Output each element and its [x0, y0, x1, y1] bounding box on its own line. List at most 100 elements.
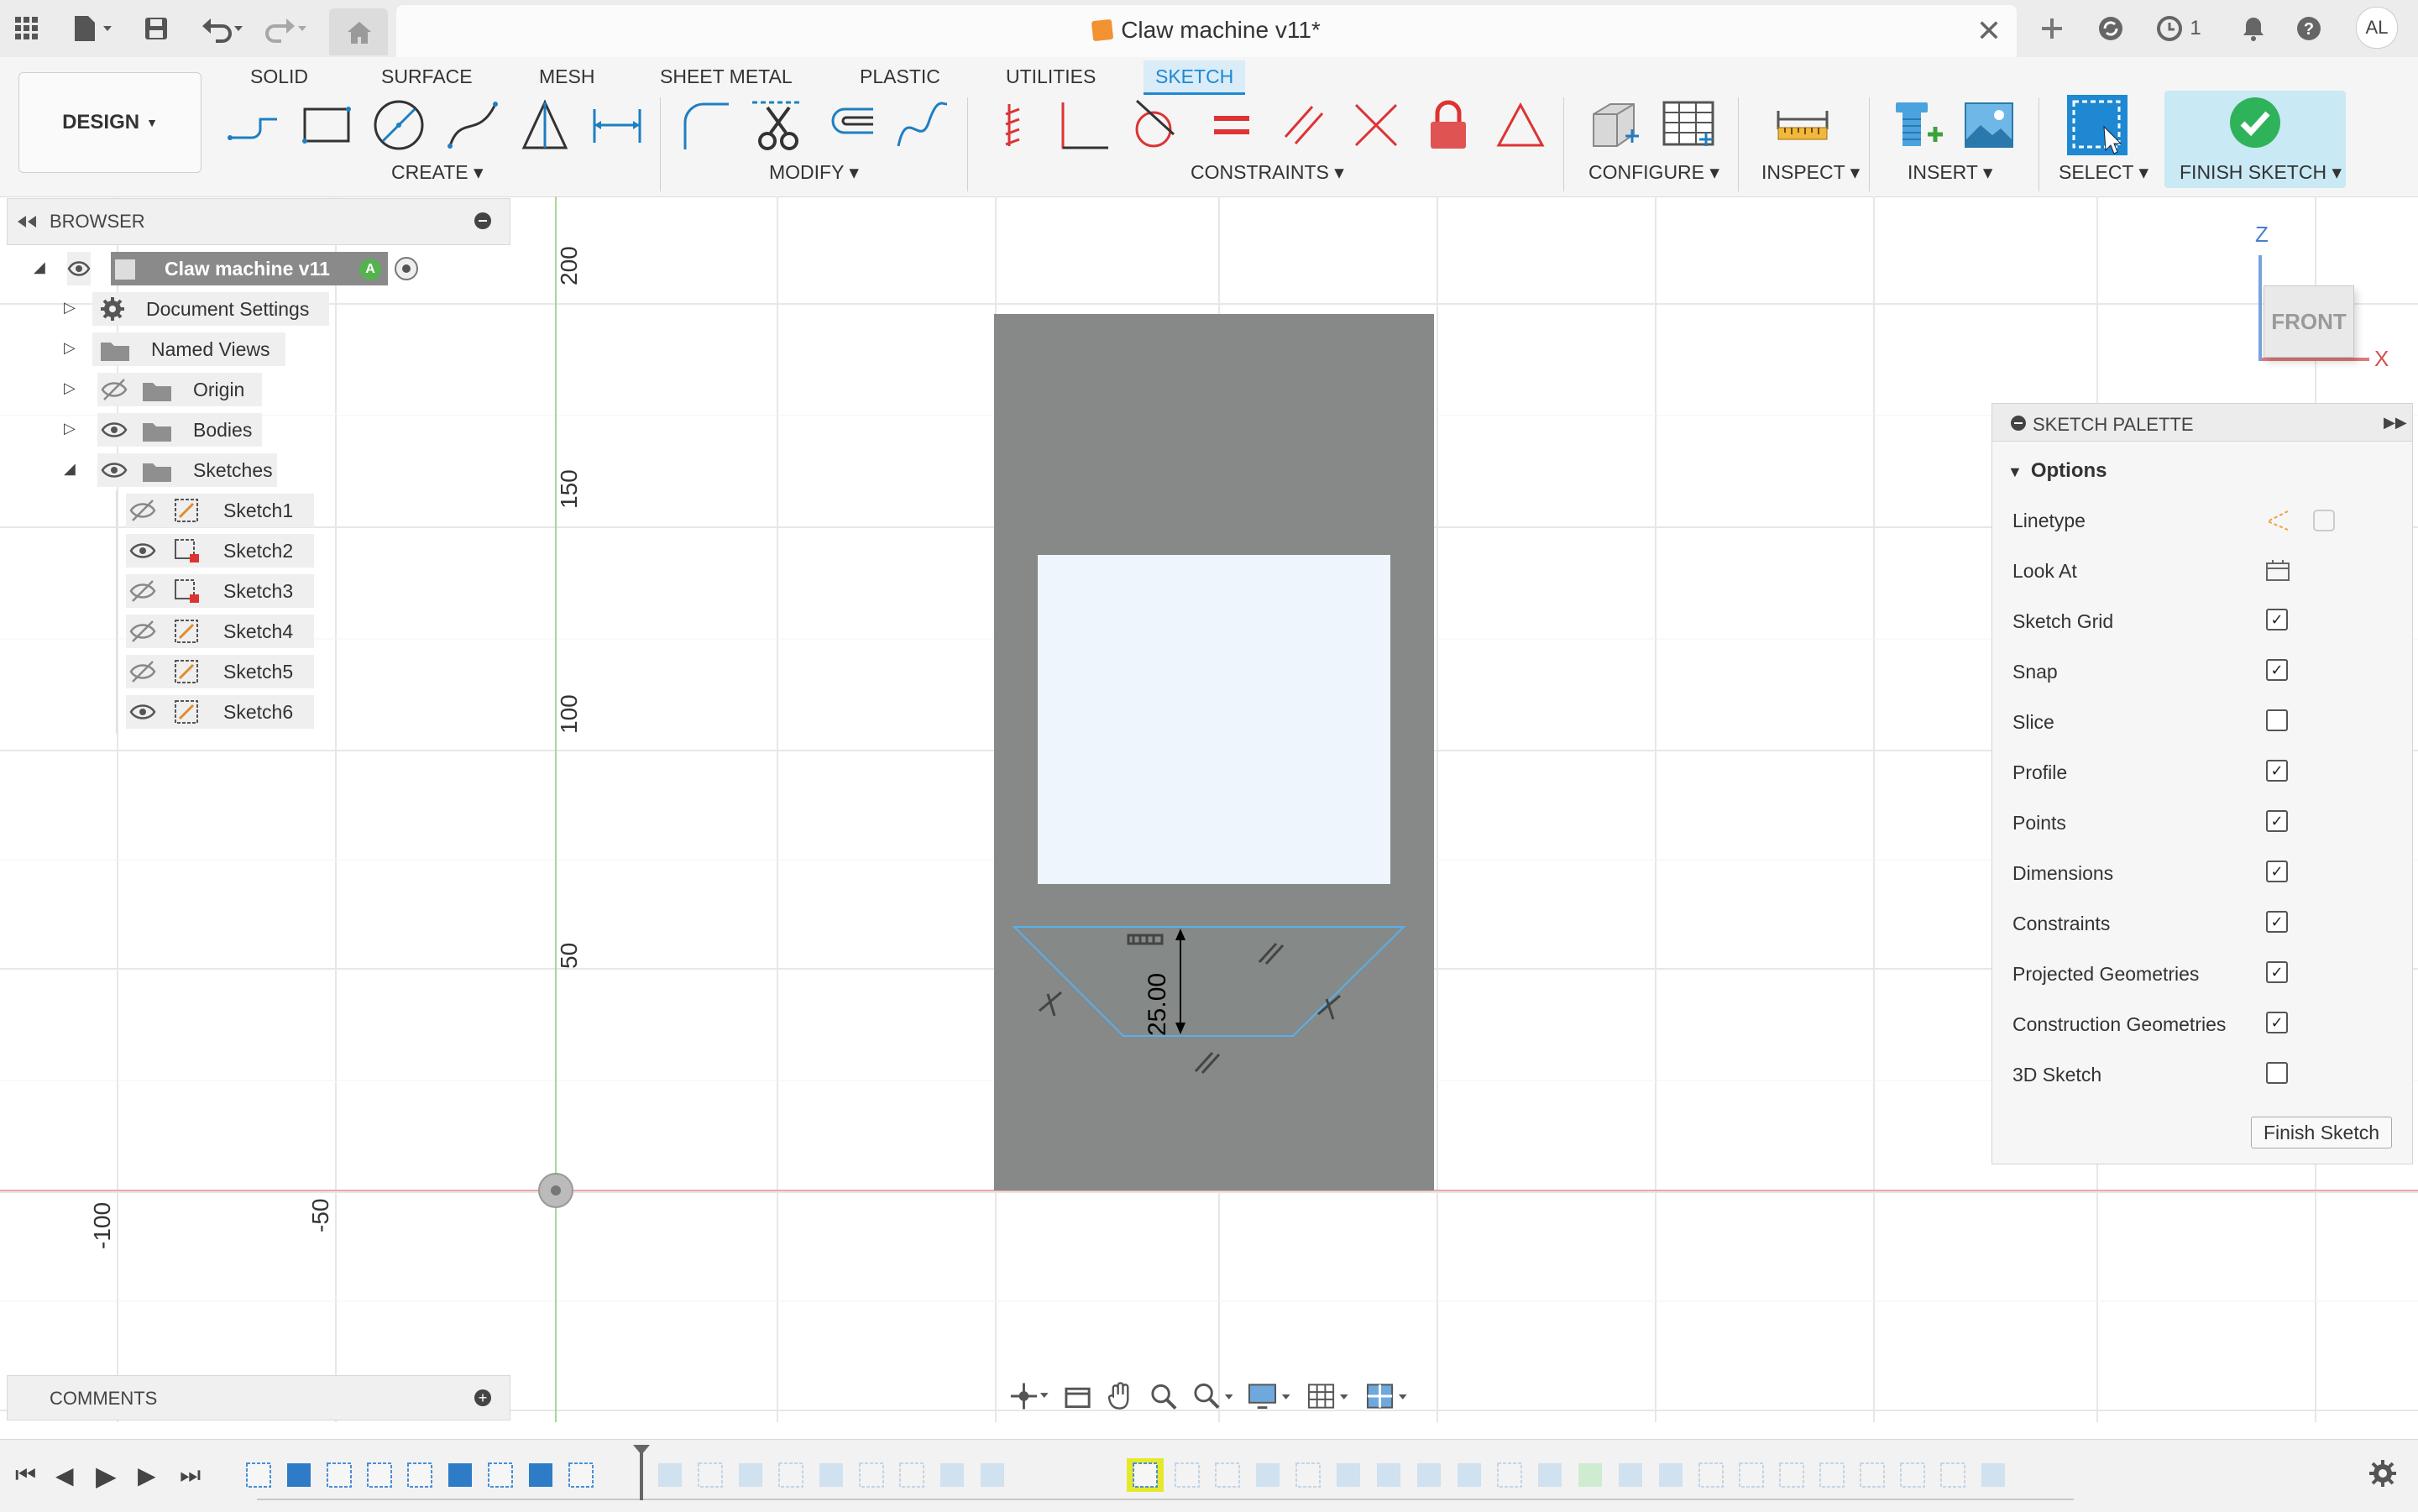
tab-sheet-metal[interactable]: SHEET METAL	[655, 60, 798, 92]
visibility-eye-icon[interactable]	[101, 418, 128, 442]
sketch-grid-checkbox[interactable]: ✓	[2266, 609, 2288, 630]
browser-item-sketch5[interactable]: Sketch5	[126, 655, 314, 688]
browser-item-bodies[interactable]: ▷ Bodies	[64, 413, 262, 447]
create-menu[interactable]: CREATE ▾	[391, 161, 484, 184]
browser-item-sketch2[interactable]: Sketch2	[126, 534, 314, 568]
palette-finish-sketch-button[interactable]: Finish Sketch	[2251, 1117, 2392, 1148]
configuration-table-icon[interactable]	[1659, 96, 1718, 154]
browser-panel-header[interactable]: BROWSER	[7, 198, 510, 245]
grid-settings-icon[interactable]	[1307, 1381, 1352, 1411]
construction-linetype-icon[interactable]	[2264, 508, 2291, 533]
look-at-icon[interactable]	[1064, 1382, 1091, 1410]
spline-tool-icon[interactable]	[893, 96, 952, 154]
insert-mcmaster-icon[interactable]	[1889, 96, 1948, 154]
home-tab[interactable]	[329, 8, 388, 55]
tab-mesh[interactable]: MESH	[534, 60, 599, 92]
browser-item-sketches[interactable]: ◢ Sketches	[64, 453, 277, 487]
new-tab-icon[interactable]	[2035, 12, 2069, 45]
hidden-eye-icon[interactable]	[129, 499, 156, 522]
timeline-next-icon[interactable]: ▶	[138, 1462, 156, 1489]
app-grid-icon[interactable]	[10, 12, 44, 45]
zoom-icon[interactable]	[1149, 1382, 1177, 1410]
orbit-icon[interactable]	[1008, 1379, 1049, 1413]
expand-triangle-icon[interactable]: ▷	[64, 420, 76, 437]
offset-tool-icon[interactable]	[821, 96, 880, 154]
timeline-settings-gear-icon[interactable]	[2368, 1458, 2398, 1488]
redo-icon[interactable]	[260, 12, 311, 45]
palette-minimize-icon[interactable]	[2011, 416, 2026, 431]
comments-panel[interactable]: COMMENTS +	[7, 1375, 510, 1420]
tab-surface[interactable]: SURFACE	[376, 60, 478, 92]
workspace-switcher[interactable]: DESIGN ▼	[18, 72, 202, 173]
fillet-tool-icon[interactable]	[677, 96, 735, 154]
job-status[interactable]: 1	[2149, 12, 2208, 45]
browser-item-sketch1[interactable]: Sketch1	[126, 494, 314, 527]
expand-triangle-icon[interactable]: ▷	[64, 379, 76, 397]
hidden-eye-icon[interactable]	[129, 660, 156, 683]
collapse-triangle-icon[interactable]: ◢	[34, 259, 45, 276]
hidden-eye-icon[interactable]	[129, 579, 156, 603]
file-menu-icon[interactable]	[67, 12, 118, 45]
visibility-eye-icon[interactable]	[101, 458, 128, 482]
rectangle-tool-icon[interactable]	[297, 96, 356, 154]
configure-model-icon[interactable]	[1585, 96, 1644, 154]
browser-item-named-views[interactable]: ▷ Named Views	[64, 332, 285, 366]
triangle-constraint-icon[interactable]	[1491, 96, 1550, 154]
coincident-constraint-icon[interactable]	[1347, 96, 1405, 154]
arc-tool-icon[interactable]	[443, 96, 502, 154]
inspect-menu[interactable]: INSPECT ▾	[1761, 161, 1860, 184]
measure-ruler-icon[interactable]	[1773, 96, 1832, 154]
browser-item-document-settings[interactable]: ▷ Document Settings	[64, 292, 329, 326]
sync-icon[interactable]	[2094, 12, 2128, 45]
timeline-features-suppressed[interactable]	[655, 1452, 2082, 1497]
display-settings-icon[interactable]	[1248, 1381, 1292, 1411]
constraints-checkbox[interactable]: ✓	[2266, 911, 2288, 933]
collapse-panel-icon[interactable]	[18, 214, 38, 229]
view-cube[interactable]: Z X FRONT	[2250, 222, 2389, 373]
timeline-last-icon[interactable]: ⏭	[180, 1462, 201, 1489]
select-menu[interactable]: SELECT ▾	[2059, 161, 2148, 184]
browser-minimize-icon[interactable]	[474, 212, 491, 229]
insert-menu[interactable]: INSERT ▾	[1908, 161, 1992, 184]
tab-solid[interactable]: SOLID	[245, 60, 313, 92]
add-comment-icon[interactable]: +	[474, 1389, 491, 1406]
visibility-eye-icon[interactable]	[129, 700, 156, 724]
look-at-icon[interactable]	[2264, 558, 2291, 583]
viewports-icon[interactable]	[1366, 1381, 1410, 1411]
perpendicular-constraint-icon[interactable]	[1055, 96, 1113, 154]
finish-sketch-button[interactable]: FINISH SKETCH ▾	[2164, 91, 2346, 188]
configure-menu[interactable]: CONFIGURE ▾	[1588, 161, 1719, 184]
save-icon[interactable]	[139, 12, 173, 45]
viewcube-front-face[interactable]: FRONT	[2264, 285, 2354, 358]
hidden-eye-icon[interactable]	[129, 620, 156, 643]
notifications-bell-icon[interactable]	[2237, 12, 2270, 45]
tab-plastic[interactable]: PLASTIC	[855, 60, 945, 92]
timeline-marker[interactable]	[631, 1443, 652, 1502]
dimensions-checkbox[interactable]: ✓	[2266, 861, 2288, 882]
collapse-triangle-icon[interactable]: ◢	[64, 460, 76, 478]
document-tab[interactable]: Claw machine v11* ✕	[396, 5, 2017, 57]
help-icon[interactable]: ?	[2292, 12, 2326, 45]
palette-expand-icon[interactable]: ▶▶	[2384, 414, 2407, 432]
expand-triangle-icon[interactable]: ▷	[64, 339, 76, 357]
visibility-eye-icon[interactable]	[129, 539, 156, 562]
profile-checkbox[interactable]: ✓	[2266, 760, 2288, 782]
equal-constraint-icon[interactable]	[1202, 96, 1261, 154]
sketch-dimension-icon[interactable]	[588, 96, 646, 154]
activate-radio-icon[interactable]	[395, 257, 418, 280]
timeline-play-icon[interactable]: ▶	[96, 1460, 117, 1492]
line-tool-icon[interactable]	[225, 96, 284, 154]
timeline-prev-icon[interactable]: ◀	[55, 1462, 74, 1489]
zoom-fit-icon[interactable]	[1192, 1381, 1233, 1411]
select-window-icon[interactable]	[2065, 95, 2129, 155]
tab-utilities[interactable]: UTILITIES	[1001, 60, 1101, 92]
insert-canvas-image-icon[interactable]	[1960, 96, 2018, 154]
close-icon[interactable]: ✕	[1976, 13, 2002, 49]
centerline-linetype-icon[interactable]	[2311, 508, 2337, 533]
points-checkbox[interactable]: ✓	[2266, 810, 2288, 832]
pan-hand-icon[interactable]	[1107, 1381, 1134, 1411]
circle-tool-icon[interactable]	[369, 96, 428, 154]
tangent-constraint-icon[interactable]	[1127, 96, 1185, 154]
polygon-tool-icon[interactable]	[516, 96, 574, 154]
modify-menu[interactable]: MODIFY ▾	[769, 161, 859, 184]
